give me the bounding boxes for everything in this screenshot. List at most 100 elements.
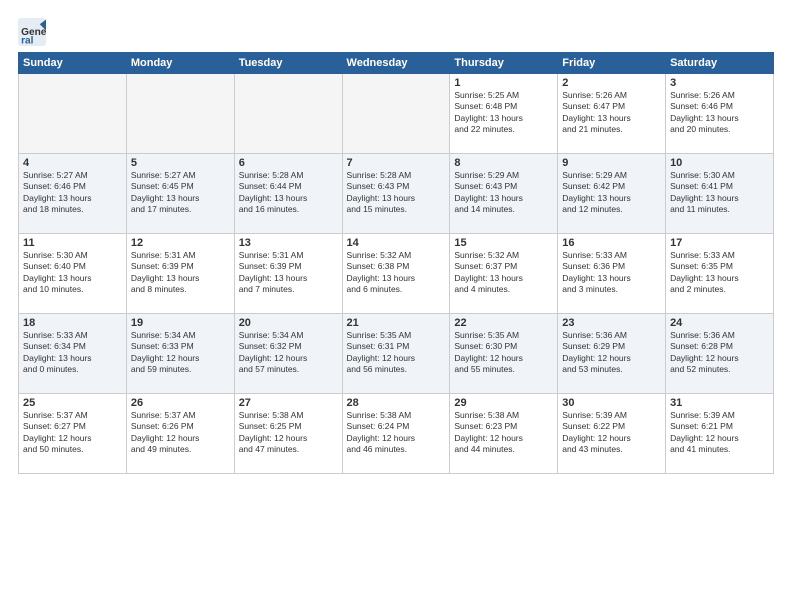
day-number: 7 bbox=[347, 157, 446, 169]
day-detail: Sunrise: 5:28 AM Sunset: 6:44 PM Dayligh… bbox=[239, 170, 338, 216]
day-detail: Sunrise: 5:31 AM Sunset: 6:39 PM Dayligh… bbox=[239, 250, 338, 296]
day-detail: Sunrise: 5:29 AM Sunset: 6:42 PM Dayligh… bbox=[562, 170, 661, 216]
calendar-cell: 22Sunrise: 5:35 AM Sunset: 6:30 PM Dayli… bbox=[450, 314, 558, 394]
day-detail: Sunrise: 5:34 AM Sunset: 6:33 PM Dayligh… bbox=[131, 330, 230, 376]
day-detail: Sunrise: 5:38 AM Sunset: 6:23 PM Dayligh… bbox=[454, 410, 553, 456]
calendar-header-thursday: Thursday bbox=[450, 53, 558, 74]
calendar-cell: 25Sunrise: 5:37 AM Sunset: 6:27 PM Dayli… bbox=[19, 394, 127, 474]
day-detail: Sunrise: 5:27 AM Sunset: 6:45 PM Dayligh… bbox=[131, 170, 230, 216]
day-detail: Sunrise: 5:32 AM Sunset: 6:37 PM Dayligh… bbox=[454, 250, 553, 296]
calendar-cell: 6Sunrise: 5:28 AM Sunset: 6:44 PM Daylig… bbox=[234, 154, 342, 234]
calendar-cell: 4Sunrise: 5:27 AM Sunset: 6:46 PM Daylig… bbox=[19, 154, 127, 234]
calendar-cell: 29Sunrise: 5:38 AM Sunset: 6:23 PM Dayli… bbox=[450, 394, 558, 474]
calendar-cell: 8Sunrise: 5:29 AM Sunset: 6:43 PM Daylig… bbox=[450, 154, 558, 234]
day-number: 17 bbox=[670, 237, 769, 249]
day-number: 30 bbox=[562, 397, 661, 409]
day-detail: Sunrise: 5:35 AM Sunset: 6:31 PM Dayligh… bbox=[347, 330, 446, 376]
day-number: 25 bbox=[23, 397, 122, 409]
calendar-header-saturday: Saturday bbox=[666, 53, 774, 74]
calendar-header-wednesday: Wednesday bbox=[342, 53, 450, 74]
day-detail: Sunrise: 5:36 AM Sunset: 6:28 PM Dayligh… bbox=[670, 330, 769, 376]
calendar-table: SundayMondayTuesdayWednesdayThursdayFrid… bbox=[18, 52, 774, 474]
calendar-cell bbox=[342, 74, 450, 154]
day-detail: Sunrise: 5:38 AM Sunset: 6:24 PM Dayligh… bbox=[347, 410, 446, 456]
generalblue-logo-icon: Gene ral bbox=[18, 18, 46, 46]
day-number: 16 bbox=[562, 237, 661, 249]
day-number: 5 bbox=[131, 157, 230, 169]
day-detail: Sunrise: 5:36 AM Sunset: 6:29 PM Dayligh… bbox=[562, 330, 661, 376]
calendar-week-2: 4Sunrise: 5:27 AM Sunset: 6:46 PM Daylig… bbox=[19, 154, 774, 234]
day-number: 3 bbox=[670, 77, 769, 89]
day-number: 9 bbox=[562, 157, 661, 169]
day-number: 27 bbox=[239, 397, 338, 409]
calendar-cell: 27Sunrise: 5:38 AM Sunset: 6:25 PM Dayli… bbox=[234, 394, 342, 474]
header: Gene ral bbox=[18, 18, 774, 46]
day-detail: Sunrise: 5:37 AM Sunset: 6:26 PM Dayligh… bbox=[131, 410, 230, 456]
calendar-cell: 28Sunrise: 5:38 AM Sunset: 6:24 PM Dayli… bbox=[342, 394, 450, 474]
calendar-cell bbox=[19, 74, 127, 154]
day-number: 24 bbox=[670, 317, 769, 329]
day-number: 18 bbox=[23, 317, 122, 329]
calendar-cell: 2Sunrise: 5:26 AM Sunset: 6:47 PM Daylig… bbox=[558, 74, 666, 154]
calendar-week-1: 1Sunrise: 5:25 AM Sunset: 6:48 PM Daylig… bbox=[19, 74, 774, 154]
calendar-cell: 10Sunrise: 5:30 AM Sunset: 6:41 PM Dayli… bbox=[666, 154, 774, 234]
calendar-cell: 30Sunrise: 5:39 AM Sunset: 6:22 PM Dayli… bbox=[558, 394, 666, 474]
day-number: 10 bbox=[670, 157, 769, 169]
day-number: 14 bbox=[347, 237, 446, 249]
calendar-cell: 11Sunrise: 5:30 AM Sunset: 6:40 PM Dayli… bbox=[19, 234, 127, 314]
calendar-cell: 1Sunrise: 5:25 AM Sunset: 6:48 PM Daylig… bbox=[450, 74, 558, 154]
day-detail: Sunrise: 5:33 AM Sunset: 6:35 PM Dayligh… bbox=[670, 250, 769, 296]
calendar-header-sunday: Sunday bbox=[19, 53, 127, 74]
calendar-cell: 20Sunrise: 5:34 AM Sunset: 6:32 PM Dayli… bbox=[234, 314, 342, 394]
day-number: 12 bbox=[131, 237, 230, 249]
day-detail: Sunrise: 5:30 AM Sunset: 6:40 PM Dayligh… bbox=[23, 250, 122, 296]
day-detail: Sunrise: 5:30 AM Sunset: 6:41 PM Dayligh… bbox=[670, 170, 769, 216]
day-number: 28 bbox=[347, 397, 446, 409]
calendar-header-friday: Friday bbox=[558, 53, 666, 74]
day-detail: Sunrise: 5:33 AM Sunset: 6:34 PM Dayligh… bbox=[23, 330, 122, 376]
day-detail: Sunrise: 5:28 AM Sunset: 6:43 PM Dayligh… bbox=[347, 170, 446, 216]
calendar-cell: 3Sunrise: 5:26 AM Sunset: 6:46 PM Daylig… bbox=[666, 74, 774, 154]
calendar-cell: 23Sunrise: 5:36 AM Sunset: 6:29 PM Dayli… bbox=[558, 314, 666, 394]
calendar-cell: 5Sunrise: 5:27 AM Sunset: 6:45 PM Daylig… bbox=[126, 154, 234, 234]
day-detail: Sunrise: 5:33 AM Sunset: 6:36 PM Dayligh… bbox=[562, 250, 661, 296]
day-number: 26 bbox=[131, 397, 230, 409]
calendar-cell: 7Sunrise: 5:28 AM Sunset: 6:43 PM Daylig… bbox=[342, 154, 450, 234]
calendar-cell: 21Sunrise: 5:35 AM Sunset: 6:31 PM Dayli… bbox=[342, 314, 450, 394]
day-detail: Sunrise: 5:38 AM Sunset: 6:25 PM Dayligh… bbox=[239, 410, 338, 456]
calendar-header-row: SundayMondayTuesdayWednesdayThursdayFrid… bbox=[19, 53, 774, 74]
calendar-cell: 19Sunrise: 5:34 AM Sunset: 6:33 PM Dayli… bbox=[126, 314, 234, 394]
day-number: 15 bbox=[454, 237, 553, 249]
day-detail: Sunrise: 5:37 AM Sunset: 6:27 PM Dayligh… bbox=[23, 410, 122, 456]
day-detail: Sunrise: 5:31 AM Sunset: 6:39 PM Dayligh… bbox=[131, 250, 230, 296]
calendar-cell bbox=[126, 74, 234, 154]
day-number: 29 bbox=[454, 397, 553, 409]
calendar-cell: 9Sunrise: 5:29 AM Sunset: 6:42 PM Daylig… bbox=[558, 154, 666, 234]
calendar-cell: 17Sunrise: 5:33 AM Sunset: 6:35 PM Dayli… bbox=[666, 234, 774, 314]
day-number: 1 bbox=[454, 77, 553, 89]
calendar-cell: 16Sunrise: 5:33 AM Sunset: 6:36 PM Dayli… bbox=[558, 234, 666, 314]
day-number: 19 bbox=[131, 317, 230, 329]
calendar-cell: 12Sunrise: 5:31 AM Sunset: 6:39 PM Dayli… bbox=[126, 234, 234, 314]
day-number: 13 bbox=[239, 237, 338, 249]
day-number: 4 bbox=[23, 157, 122, 169]
day-detail: Sunrise: 5:39 AM Sunset: 6:22 PM Dayligh… bbox=[562, 410, 661, 456]
calendar-cell: 15Sunrise: 5:32 AM Sunset: 6:37 PM Dayli… bbox=[450, 234, 558, 314]
day-detail: Sunrise: 5:29 AM Sunset: 6:43 PM Dayligh… bbox=[454, 170, 553, 216]
calendar-week-5: 25Sunrise: 5:37 AM Sunset: 6:27 PM Dayli… bbox=[19, 394, 774, 474]
calendar-header-monday: Monday bbox=[126, 53, 234, 74]
day-number: 21 bbox=[347, 317, 446, 329]
day-detail: Sunrise: 5:25 AM Sunset: 6:48 PM Dayligh… bbox=[454, 90, 553, 136]
day-number: 8 bbox=[454, 157, 553, 169]
page: Gene ral SundayMondayTuesdayWednesdayThu… bbox=[0, 0, 792, 612]
day-detail: Sunrise: 5:26 AM Sunset: 6:46 PM Dayligh… bbox=[670, 90, 769, 136]
day-number: 22 bbox=[454, 317, 553, 329]
day-number: 11 bbox=[23, 237, 122, 249]
calendar-cell: 26Sunrise: 5:37 AM Sunset: 6:26 PM Dayli… bbox=[126, 394, 234, 474]
day-number: 2 bbox=[562, 77, 661, 89]
calendar-cell: 24Sunrise: 5:36 AM Sunset: 6:28 PM Dayli… bbox=[666, 314, 774, 394]
day-detail: Sunrise: 5:34 AM Sunset: 6:32 PM Dayligh… bbox=[239, 330, 338, 376]
calendar-header-tuesday: Tuesday bbox=[234, 53, 342, 74]
calendar-week-3: 11Sunrise: 5:30 AM Sunset: 6:40 PM Dayli… bbox=[19, 234, 774, 314]
day-detail: Sunrise: 5:39 AM Sunset: 6:21 PM Dayligh… bbox=[670, 410, 769, 456]
